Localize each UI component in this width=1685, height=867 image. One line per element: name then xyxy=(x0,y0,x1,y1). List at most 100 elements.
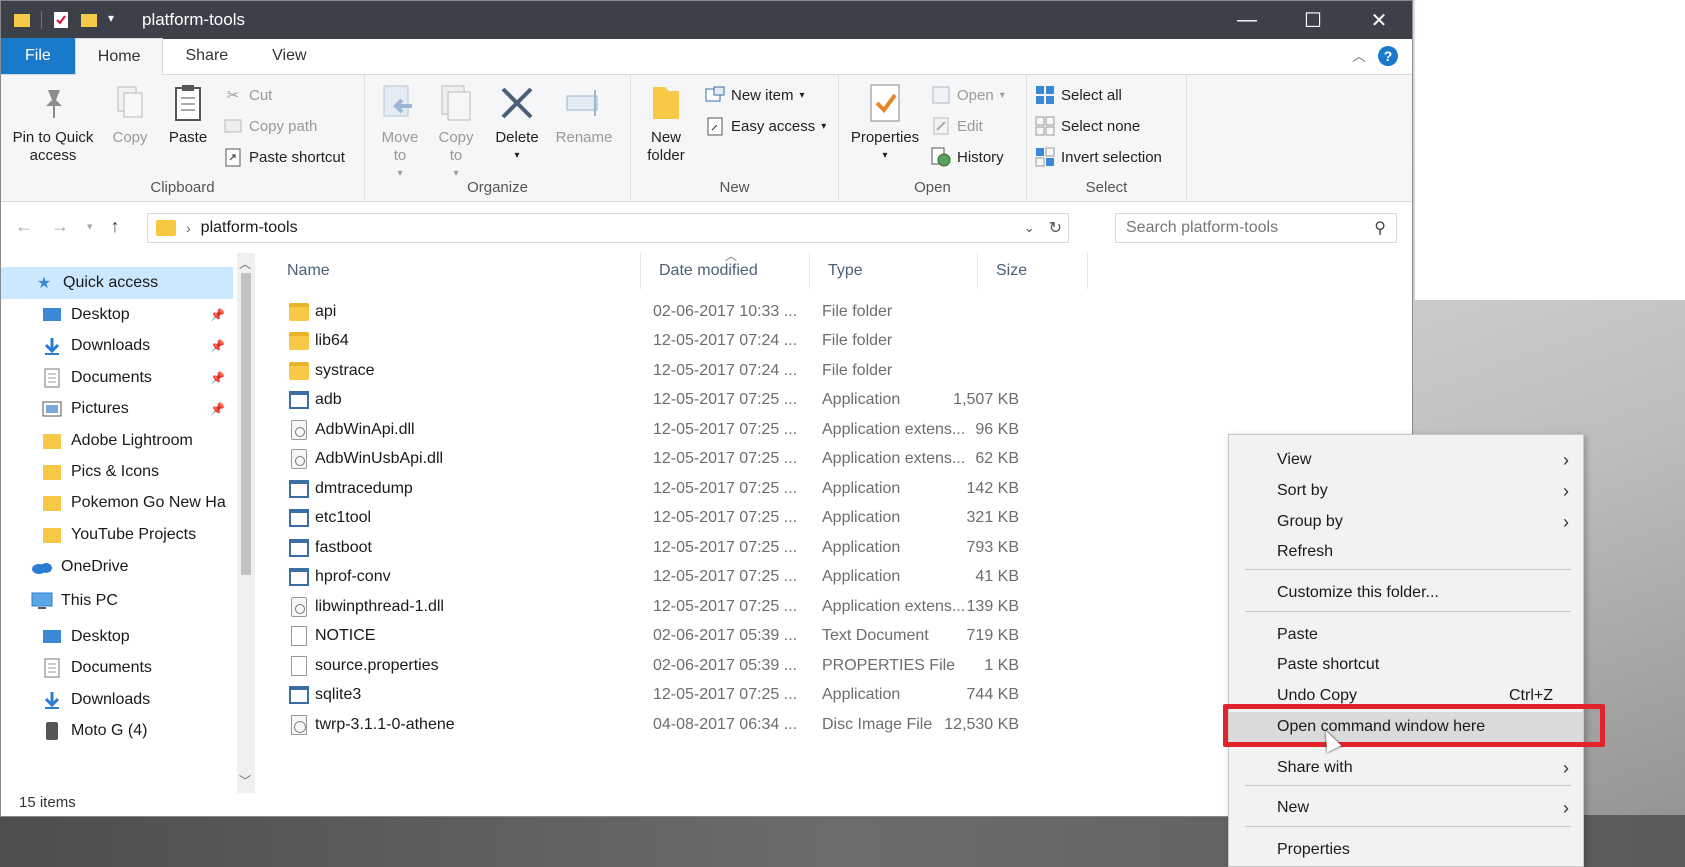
sidebar-item[interactable]: Downloads 📌 xyxy=(1,330,233,362)
file-row[interactable]: fastboot 12-05-2017 07:25 ... Application 7… xyxy=(269,533,1019,562)
sidebar-item[interactable]: Desktop xyxy=(1,621,233,653)
properties-button[interactable]: Properties ▾ xyxy=(847,83,923,165)
file-row[interactable]: dmtracedump 12-05-2017 07:25 ... Applicati… xyxy=(269,474,1019,503)
file-row[interactable]: api 02-06-2017 10:33 ... File folder xyxy=(269,297,1019,326)
qat-dropdown-icon[interactable]: ▾ xyxy=(108,11,126,29)
new-folder-icon[interactable] xyxy=(80,11,98,29)
sidebar-item[interactable]: Downloads xyxy=(1,684,233,716)
file-row[interactable]: AdbWinApi.dll 12-05-2017 07:25 ... Applica… xyxy=(269,415,1019,444)
file-row[interactable]: libwinpthread-1.dll 12-05-2017 07:25 ... A… xyxy=(269,592,1019,621)
copy-path-button[interactable]: Copy path xyxy=(223,116,317,136)
nav-scrollbar[interactable]: ︿ ﹀ xyxy=(237,253,255,793)
menu-item[interactable]: Sort by › xyxy=(1229,476,1583,506)
file-row[interactable]: source.properties 02-06-2017 05:39 ... PRO… xyxy=(269,651,1019,680)
file-row[interactable]: lib64 12-05-2017 07:24 ... File folder xyxy=(269,327,1019,356)
breadcrumb-current[interactable]: platform-tools xyxy=(201,219,298,237)
refresh-icon[interactable]: ↻ xyxy=(1049,218,1062,238)
column-header-name[interactable]: Name xyxy=(269,253,641,289)
back-arrow-icon[interactable]: ← xyxy=(15,216,33,237)
close-button[interactable]: ✕ xyxy=(1346,1,1412,39)
tab-view[interactable]: View xyxy=(250,38,328,74)
scroll-up-icon[interactable]: ︿ xyxy=(239,255,251,272)
properties-check-icon[interactable] xyxy=(52,11,70,29)
sidebar-item[interactable]: Documents 📌 xyxy=(1,362,233,394)
invert-selection-button[interactable]: Invert selection xyxy=(1035,147,1162,167)
search-input[interactable]: Search platform-tools ⚲ xyxy=(1115,213,1397,243)
new-item-button[interactable]: New item ▾ xyxy=(705,85,805,105)
nav-onedrive[interactable]: OneDrive xyxy=(1,551,233,583)
menu-item[interactable]: Paste xyxy=(1229,620,1583,650)
move-to-button[interactable]: Move to ▾ xyxy=(375,83,425,183)
file-row[interactable]: NOTICE 02-06-2017 05:39 ... Text Document 7… xyxy=(269,622,1019,651)
column-header-date[interactable]: Date modified xyxy=(641,253,810,289)
sidebar-item[interactable]: Moto G (4) xyxy=(1,715,233,747)
history-button[interactable]: History xyxy=(931,147,1004,167)
address-box[interactable]: › platform-tools ⌄ ↻ xyxy=(147,213,1069,243)
menu-item[interactable]: Paste shortcut xyxy=(1229,650,1583,680)
sidebar-item[interactable]: Pictures 📌 xyxy=(1,393,233,425)
copy-to-button[interactable]: Copy to ▾ xyxy=(431,83,481,183)
file-row[interactable]: systrace 12-05-2017 07:24 ... File folder xyxy=(269,356,1019,385)
file-row[interactable]: AdbWinUsbApi.dll 12-05-2017 07:25 ... Appl… xyxy=(269,445,1019,474)
search-icon[interactable]: ⚲ xyxy=(1374,218,1386,238)
file-size: 719 KB xyxy=(966,627,1019,644)
select-none-button[interactable]: Select none xyxy=(1035,116,1140,136)
menu-item-label: Paste xyxy=(1277,626,1318,643)
edit-icon xyxy=(931,116,951,136)
rename-button[interactable]: Rename xyxy=(553,83,615,147)
cut-button[interactable]: ✂ Cut xyxy=(223,85,273,105)
menu-item[interactable]: View › xyxy=(1229,445,1583,475)
menu-item[interactable]: Properties xyxy=(1229,835,1583,865)
help-icon[interactable]: ? xyxy=(1378,46,1398,66)
easy-access-button[interactable]: Easy access ▾ xyxy=(705,116,826,136)
file-date-modified: 02-06-2017 10:33 ... xyxy=(653,302,798,320)
menu-item-shortcut: Ctrl+Z xyxy=(1509,687,1553,704)
scroll-thumb[interactable] xyxy=(241,273,251,575)
paste-shortcut-button[interactable]: Paste shortcut xyxy=(223,147,345,167)
file-row[interactable]: etc1tool 12-05-2017 07:25 ... Application 3… xyxy=(269,504,1019,533)
menu-item[interactable]: Customize this folder... xyxy=(1229,578,1583,608)
minimize-button[interactable]: — xyxy=(1214,1,1280,39)
copy-button[interactable]: Copy xyxy=(107,83,153,147)
file-row[interactable]: sqlite3 12-05-2017 07:25 ... Application 74… xyxy=(269,681,1019,710)
sidebar-item[interactable]: Documents xyxy=(1,652,233,684)
download-icon xyxy=(41,336,63,356)
maximize-button[interactable]: ☐ xyxy=(1280,1,1346,39)
menu-item[interactable]: Share with › xyxy=(1229,753,1583,783)
edit-button[interactable]: Edit xyxy=(931,116,983,136)
tab-share[interactable]: Share xyxy=(163,38,250,74)
sidebar-item[interactable]: Pics & Icons xyxy=(1,456,233,488)
delete-button[interactable]: Delete ▾ xyxy=(491,83,543,165)
easy-access-icon xyxy=(705,116,725,136)
tab-file[interactable]: File xyxy=(1,38,75,74)
address-dropdown-icon[interactable]: ⌄ xyxy=(1024,220,1035,236)
sidebar-item[interactable]: Desktop 📌 xyxy=(1,299,233,331)
paste-button[interactable]: Paste xyxy=(165,83,211,147)
paste-label: Paste xyxy=(168,129,208,146)
tab-home[interactable]: Home xyxy=(74,38,164,75)
menu-item[interactable]: Refresh xyxy=(1229,537,1583,567)
file-row[interactable]: hprof-conv 12-05-2017 07:25 ... Applicatio… xyxy=(269,563,1019,592)
menu-item[interactable]: Group by › xyxy=(1229,507,1583,537)
file-row[interactable]: adb 12-05-2017 07:25 ... Application 1,507 … xyxy=(269,386,1019,415)
select-all-button[interactable]: Select all xyxy=(1035,85,1122,105)
sidebar-item[interactable]: YouTube Projects xyxy=(1,519,233,551)
pin-to-quick-access-button[interactable]: Pin to Quick access xyxy=(7,83,99,165)
column-header-type[interactable]: Type xyxy=(810,253,978,289)
collapse-ribbon-icon[interactable]: ︿ xyxy=(1352,46,1366,66)
file-row[interactable]: twrp-3.1.1-0-athene 04-08-2017 06:34 ... D… xyxy=(269,710,1019,739)
sidebar-item[interactable]: Pokemon Go New Ha xyxy=(1,487,233,519)
sidebar-item[interactable]: Adobe Lightroom xyxy=(1,425,233,457)
column-header-size[interactable]: Size xyxy=(978,253,1088,289)
recent-locations-chevron-icon[interactable]: ▾ xyxy=(87,220,93,233)
scroll-down-icon[interactable]: ﹀ xyxy=(239,772,251,789)
new-folder-button[interactable]: New folder xyxy=(641,83,691,165)
nav-this-pc[interactable]: This PC xyxy=(1,585,233,617)
file-date-modified: 12-05-2017 07:25 ... xyxy=(653,509,798,526)
menu-item[interactable]: New › xyxy=(1229,793,1583,823)
forward-arrow-icon[interactable]: → xyxy=(51,216,69,237)
up-arrow-icon[interactable]: ↑ xyxy=(111,216,120,237)
nav-quick-access[interactable]: ★ Quick access xyxy=(1,267,233,299)
open-button[interactable]: Open ▾ xyxy=(931,85,1005,105)
breadcrumb-chevron-icon[interactable]: › xyxy=(186,220,191,236)
